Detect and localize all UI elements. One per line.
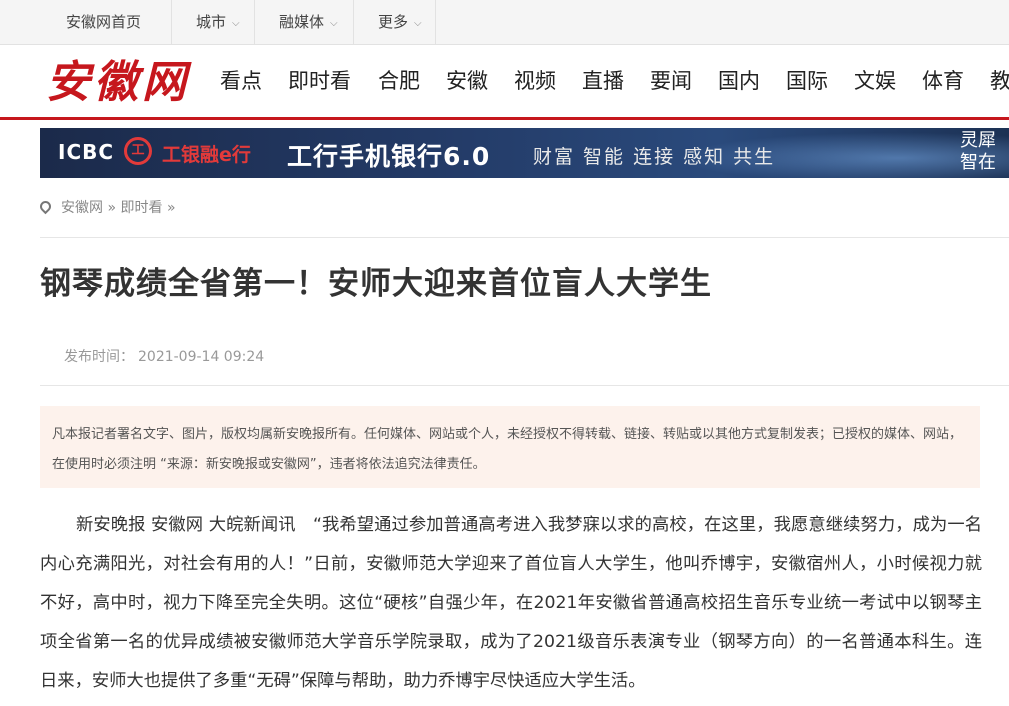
banner-right-line: 灵犀 xyxy=(960,130,996,151)
breadcrumb-separator: » xyxy=(107,200,117,216)
topbar-media-label: 融媒体 xyxy=(279,13,325,31)
site-header: 安徽网 看点 即时看 合肥 安徽 视频 直播 要闻 国内 国际 文娱 体育 教 xyxy=(0,45,1009,120)
nav-item[interactable]: 体育 xyxy=(922,45,964,117)
nav-item[interactable]: 合肥 xyxy=(378,45,420,117)
topbar-divider xyxy=(353,0,354,44)
topbar-more-menu[interactable]: 更多 ⌵ xyxy=(378,0,422,44)
topbar-city-label: 城市 xyxy=(196,13,227,31)
topbar-divider xyxy=(171,0,172,44)
breadcrumb-separator: » xyxy=(166,200,176,216)
divider xyxy=(40,385,1009,386)
location-pin-icon xyxy=(37,198,54,215)
banner-right-line: 智在 xyxy=(960,152,996,173)
breadcrumb-section[interactable]: 即时看 xyxy=(120,200,162,216)
banner-headline: 工行手机银行6.0 xyxy=(287,142,491,171)
banner-brand: 工银融e行 xyxy=(162,144,251,166)
nav-item[interactable]: 国际 xyxy=(786,45,828,117)
nav-item[interactable]: 看点 xyxy=(220,45,262,117)
banner-icbc-label: ICBC xyxy=(58,140,115,164)
nav-item[interactable]: 国内 xyxy=(718,45,760,117)
icbc-logo-icon: 工 xyxy=(124,137,152,165)
top-bar: 安徽网首页 城市 ⌵ 融媒体 ⌵ 更多 ⌵ xyxy=(0,0,1009,45)
banner-slogan: 财富 智能 连接 感知 共生 xyxy=(533,146,776,168)
topbar-more-label: 更多 xyxy=(378,13,409,31)
article-title: 钢琴成绩全省第一！安师大迎来首位盲人大学生 xyxy=(40,266,712,302)
article-body: 新安晚报 安徽网 大皖新闻讯 “我希望通过参加普通高考进入我梦寐以求的高校，在这… xyxy=(40,515,982,691)
nav-item[interactable]: 要闻 xyxy=(650,45,692,117)
topbar-city-menu[interactable]: 城市 ⌵ xyxy=(196,0,240,44)
breadcrumb-home[interactable]: 安徽网 xyxy=(61,200,103,216)
site-logo[interactable]: 安徽网 xyxy=(46,53,190,113)
chevron-down-icon: ⌵ xyxy=(414,18,422,29)
topbar-divider xyxy=(435,0,436,44)
nav-item[interactable]: 视频 xyxy=(514,45,556,117)
publish-time-label: 发布时间： xyxy=(64,349,134,365)
ad-banner[interactable]: ICBC 工 工银融e行 工行手机银行6.0 财富 智能 连接 感知 共生 灵犀… xyxy=(40,128,1009,178)
nav-item[interactable]: 教 xyxy=(990,45,1009,117)
nav-item[interactable]: 安徽 xyxy=(446,45,488,117)
breadcrumb: 安徽网 » 即时看 » xyxy=(37,198,176,218)
copyright-notice: 凡本报记者署名文字、图片，版权均属新安晚报所有。任何媒体、网站或个人，未经授权不… xyxy=(40,406,980,488)
topbar-home-link[interactable]: 安徽网首页 xyxy=(66,0,141,44)
nav-item[interactable]: 即时看 xyxy=(288,45,351,117)
nav-item[interactable]: 文娱 xyxy=(854,45,896,117)
chevron-down-icon: ⌵ xyxy=(330,18,338,29)
topbar-media-menu[interactable]: 融媒体 ⌵ xyxy=(279,0,338,44)
chevron-down-icon: ⌵ xyxy=(232,18,240,29)
banner-right-text: 灵犀 智在 xyxy=(960,130,996,174)
topbar-divider xyxy=(254,0,255,44)
publish-time-value: 2021-09-14 09:24 xyxy=(138,349,265,365)
nav-item[interactable]: 直播 xyxy=(582,45,624,117)
publish-time: 发布时间： 2021-09-14 09:24 xyxy=(64,346,264,366)
topbar-home-label: 安徽网首页 xyxy=(66,13,142,31)
divider xyxy=(40,237,1009,238)
